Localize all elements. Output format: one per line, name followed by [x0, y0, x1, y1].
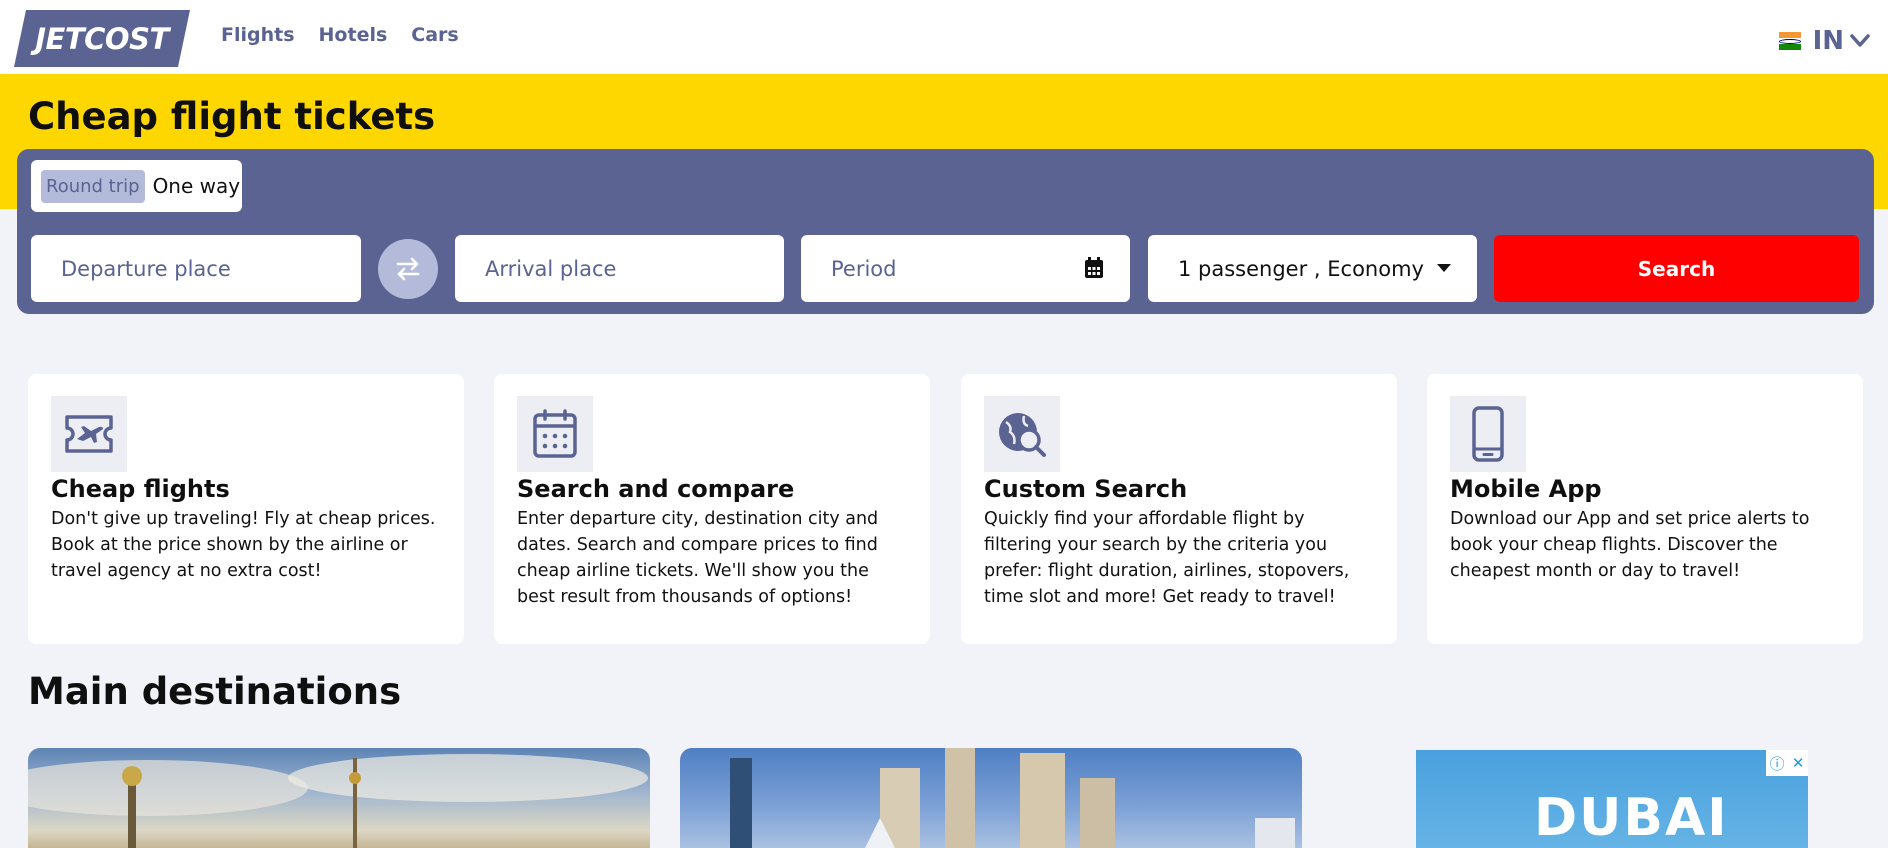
nav-hotels[interactable]: Hotels	[319, 24, 388, 46]
swap-button[interactable]	[378, 239, 438, 299]
feature-text: Enter departure city, destination city a…	[517, 509, 879, 607]
feature-title: Mobile App	[1450, 475, 1602, 503]
period-placeholder: Period	[831, 256, 897, 281]
logo-text: JETCOST	[35, 21, 169, 56]
feature-text: Don't give up traveling! Fly at cheap pr…	[51, 509, 436, 581]
search-button[interactable]: Search	[1494, 235, 1859, 302]
feature-card-custom-search: Custom Search Quickly find your affordab…	[961, 374, 1397, 644]
mobile-phone-icon	[1450, 396, 1526, 472]
main-nav: Flights Hotels Cars	[221, 24, 483, 46]
calendar-icon	[1085, 257, 1103, 278]
destination-image-2[interactable]	[680, 748, 1302, 848]
feature-card-cheap-flights: Cheap flights Don't give up traveling! F…	[28, 374, 464, 644]
trip-type-toggle: Round trip One way	[31, 160, 242, 212]
destination-image-1[interactable]	[28, 748, 650, 848]
locale-label: IN	[1812, 26, 1844, 56]
locale-selector[interactable]: IN	[1778, 26, 1870, 56]
departure-input[interactable]: Departure place	[31, 235, 361, 302]
passengers-value: 1 passenger , Economy	[1178, 256, 1424, 281]
ad-controls: ⓘ ✕	[1766, 750, 1808, 776]
top-bar: JETCOST Flights Hotels Cars IN	[0, 0, 1888, 74]
main-destinations-title: Main destinations	[28, 670, 402, 713]
one-way-option[interactable]: One way	[153, 174, 241, 198]
chevron-down-icon	[1850, 34, 1870, 47]
caret-down-icon	[1437, 264, 1451, 272]
globe-search-icon	[984, 396, 1060, 472]
city-skyline-image	[28, 754, 648, 848]
swap-arrows-icon	[396, 257, 420, 281]
advertisement-banner[interactable]: DUBAI ⓘ ✕	[1416, 750, 1808, 848]
passengers-select[interactable]: 1 passenger , Economy	[1148, 235, 1477, 302]
feature-title: Search and compare	[517, 475, 795, 503]
ad-info-icon[interactable]: ⓘ	[1770, 753, 1785, 774]
feature-text: Quickly find your affordable flight by f…	[984, 509, 1350, 607]
nav-cars[interactable]: Cars	[411, 24, 458, 46]
feature-title: Cheap flights	[51, 475, 230, 503]
india-flag-icon	[1778, 32, 1801, 50]
feature-title: Custom Search	[984, 475, 1188, 503]
city-skyline-image	[730, 748, 1295, 848]
feature-card-mobile-app: Mobile App Download our App and set pric…	[1427, 374, 1863, 644]
calendar-icon	[517, 396, 593, 472]
nav-flights[interactable]: Flights	[221, 24, 295, 46]
period-input[interactable]: Period	[801, 235, 1130, 302]
jetcost-logo[interactable]: JETCOST	[14, 10, 190, 67]
ad-text: DUBAI	[1534, 788, 1729, 848]
ad-close-icon[interactable]: ✕	[1792, 754, 1805, 772]
round-trip-option[interactable]: Round trip	[41, 169, 145, 203]
arrival-input[interactable]: Arrival place	[455, 235, 784, 302]
plane-ticket-icon	[51, 396, 127, 472]
feature-text: Download our App and set price alerts to…	[1450, 509, 1810, 581]
feature-card-search-compare: Search and compare Enter departure city,…	[494, 374, 930, 644]
page-title: Cheap flight tickets	[28, 95, 436, 138]
